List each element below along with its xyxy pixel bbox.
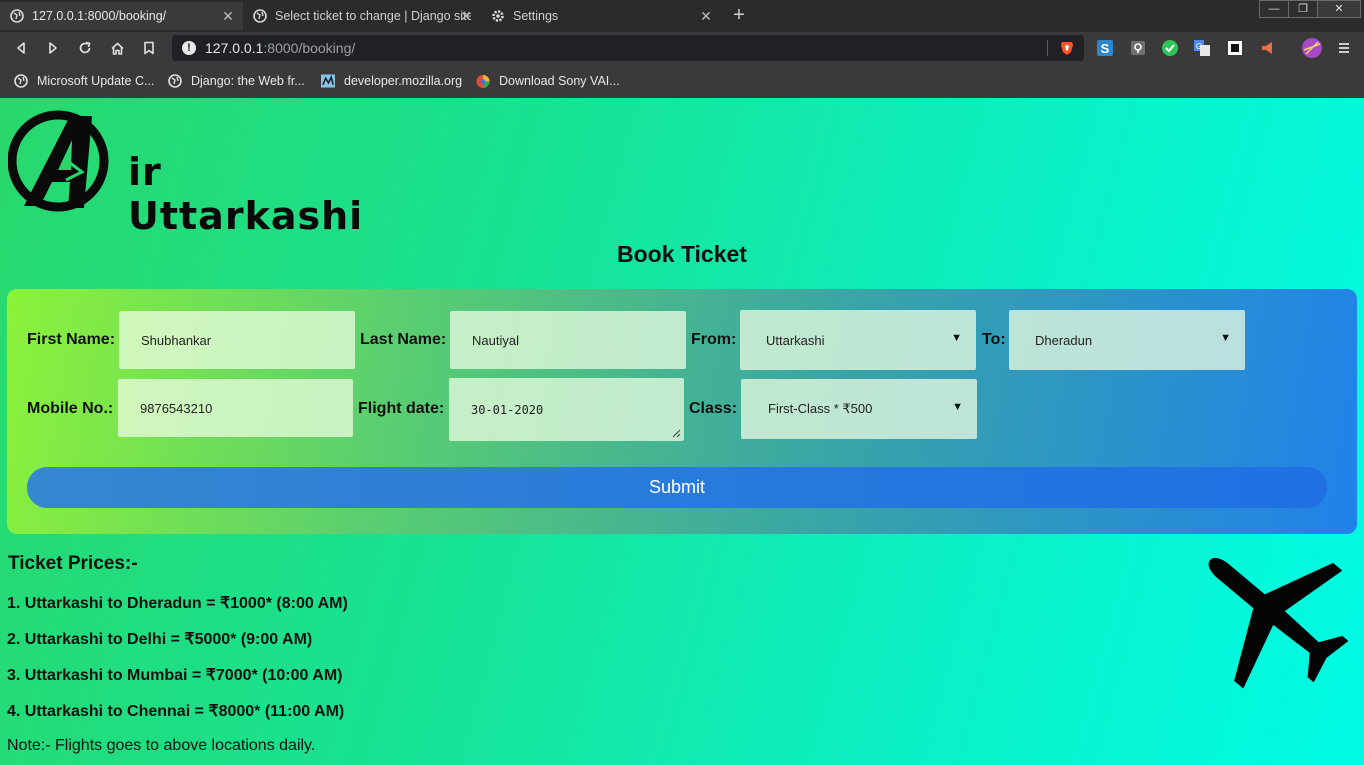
airplane-icon [1208,557,1349,689]
globe-icon [10,9,24,23]
mdn-icon [321,74,335,88]
last-name-value: Nautiyal [472,332,519,348]
bookmark-django[interactable]: Django: the Web fr... [168,72,305,90]
square-extension-icon[interactable] [1227,40,1243,56]
brave-shield-icon[interactable] [1059,40,1075,56]
last-name-label: Last Name: [360,331,447,348]
flight-date-label: Flight date: [358,400,445,417]
bookmark-icon [144,41,154,55]
bookmark-label: developer.mozilla.org [344,74,463,88]
tab-title: Settings [513,9,559,23]
bookmark-button[interactable] [139,38,159,58]
price-item: 4. Uttarkashi to Chennai = ₹8000* (11:00… [7,703,345,720]
new-tab-button[interactable]: + [729,5,749,26]
bookmark-sony[interactable]: Download Sony VAI... [476,72,620,90]
forward-icon [49,42,57,54]
mobile-value: 9876543210 [140,400,213,416]
chevron-down-icon: ▼ [952,401,963,413]
tab-booking[interactable]: 127.0.0.1:8000/booking/ ✕ [0,2,243,30]
page-title: Book Ticket [617,241,747,267]
chevron-down-icon: ▼ [951,332,962,344]
class-value: First-Class * ₹500 [768,401,873,416]
logo-emblem-icon [8,110,109,212]
url-text[interactable]: 127.0.0.1:8000/booking/ [205,40,355,56]
sony-icon [476,74,490,88]
check-icon[interactable] [1162,40,1178,56]
s-extension-icon[interactable]: S [1097,40,1113,56]
browser-toolbar: ! 127.0.0.1:8000/booking/ S G [0,32,1364,64]
bookmark-label: Django: the Web fr... [191,74,305,88]
logo-text: ir Uttarkashi [128,150,364,238]
from-value: Uttarkashi [766,332,825,348]
tab-title: Select ticket to change | Django site ad… [275,9,471,23]
restore-button[interactable]: ❐ [1288,0,1318,18]
browser-tab-bar: 127.0.0.1:8000/booking/ ✕ Select ticket … [0,0,1364,32]
close-icon[interactable]: ✕ [459,9,473,23]
to-label: To: [982,331,1006,348]
menu-icon[interactable] [1336,40,1352,56]
resize-grip-icon[interactable] [672,429,681,438]
close-icon[interactable]: ✕ [221,9,235,23]
bookmark-label: Download Sony VAI... [499,74,620,88]
mobile-label: Mobile No.: [27,400,114,417]
reload-icon [79,41,91,54]
prices-title: Ticket Prices:- [8,553,138,574]
translate-icon[interactable]: G [1194,40,1210,56]
window-close-button[interactable]: ✕ [1317,0,1361,18]
back-button[interactable] [11,38,31,58]
svg-text:G: G [1196,42,1202,51]
booking-form: First Name: Shubhankar Last Name: Nautiy… [7,289,1357,534]
info-icon[interactable]: ! [182,41,196,55]
globe-icon [14,74,28,88]
class-select[interactable]: First-Class * ₹500 ▼ [741,379,977,439]
minimize-button[interactable]: — [1259,0,1289,18]
to-select[interactable]: Dheradun ▼ [1009,310,1245,370]
svg-text:S: S [1101,41,1110,56]
tab-django-admin[interactable]: Select ticket to change | Django site ad… [243,2,481,30]
avatar[interactable] [1302,38,1322,58]
globe-icon [253,9,267,23]
divider [1047,40,1048,56]
home-button[interactable] [107,38,127,58]
class-label: Class: [689,400,738,417]
flight-date-field[interactable]: 30-01-2020 [449,378,684,441]
booking-page: ir Uttarkashi Book Ticket First Name: Sh… [0,98,1364,765]
tab-title: 127.0.0.1:8000/booking/ [32,9,167,23]
price-item: 2. Uttarkashi to Delhi = ₹5000* (9:00 AM… [7,631,313,648]
last-name-field[interactable]: Nautiyal [450,311,686,369]
bookmarks-bar: Microsoft Update C... Django: the Web fr… [0,64,1364,98]
tab-settings[interactable]: Settings ✕ [481,2,721,30]
extension-icon[interactable] [1130,40,1146,56]
to-value: Dheradun [1035,332,1093,348]
first-name-label: First Name: [27,331,116,348]
close-icon[interactable]: ✕ [699,9,713,23]
forward-button[interactable] [43,38,63,58]
chevron-down-icon: ▼ [1220,332,1231,344]
note-text: Note:- Flights goes to above locations d… [7,737,316,754]
price-item: 1. Uttarkashi to Dheradun = ₹1000* (8:00… [7,595,348,612]
megaphone-icon[interactable] [1260,40,1276,56]
globe-icon [168,74,182,88]
home-icon [110,42,124,55]
back-icon [17,42,25,54]
bookmark-mdn[interactable]: developer.mozilla.org [321,72,462,90]
mobile-field[interactable]: 9876543210 [118,379,353,437]
price-item: 3. Uttarkashi to Mumbai = ₹7000* (10:00 … [7,667,343,684]
gear-icon [491,9,505,23]
reload-button[interactable] [75,38,95,58]
site-logo[interactable]: ir Uttarkashi [8,110,388,238]
from-select[interactable]: Uttarkashi ▼ [740,310,976,370]
first-name-field[interactable]: Shubhankar [119,311,355,369]
first-name-value: Shubhankar [141,332,212,348]
submit-button[interactable]: Submit [27,467,1327,508]
flight-date-value: 30-01-2020 [471,402,544,417]
from-label: From: [691,331,737,348]
address-bar[interactable]: ! 127.0.0.1:8000/booking/ [172,35,1084,61]
bookmark-label: Microsoft Update C... [37,74,155,88]
bookmark-microsoft-update[interactable]: Microsoft Update C... [14,72,154,90]
